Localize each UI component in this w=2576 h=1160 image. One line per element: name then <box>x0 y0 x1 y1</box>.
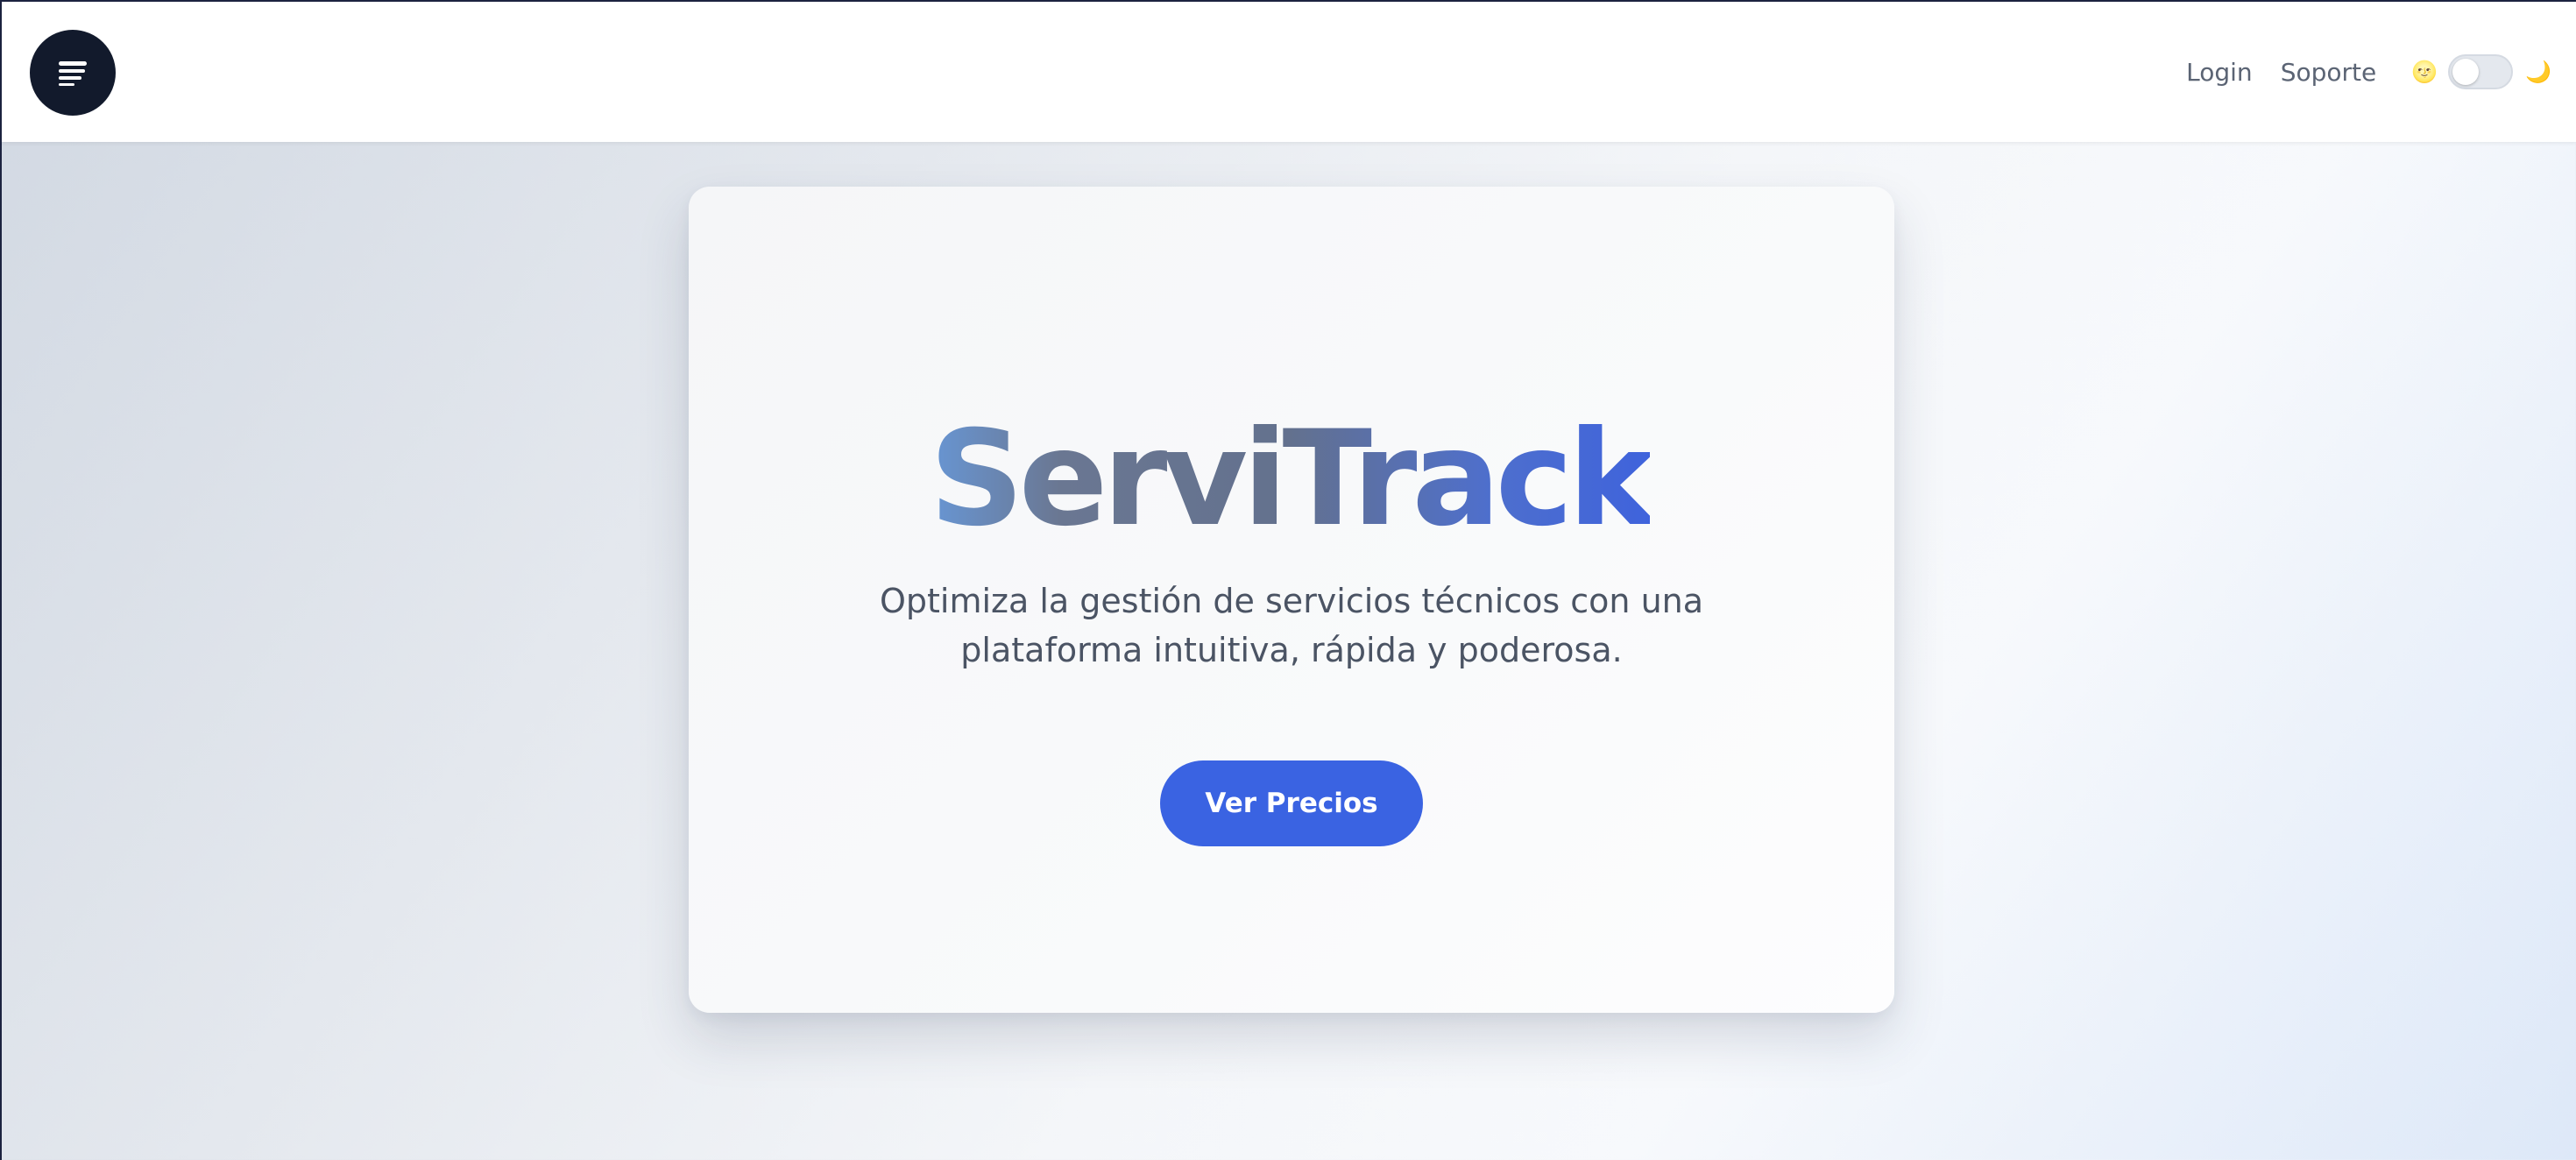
top-navbar: Login Soporte 🌝 🌙 <box>2 2 2576 142</box>
menu-button[interactable] <box>30 30 116 116</box>
view-pricing-button[interactable]: Ver Precios <box>1160 760 1423 846</box>
nav-actions: Login Soporte 🌝 🌙 <box>2186 2 2551 142</box>
moon-icon: 🌙 <box>2525 60 2551 84</box>
sun-face-icon: 🌝 <box>2411 60 2438 84</box>
support-link[interactable]: Soporte <box>2281 58 2377 87</box>
login-link[interactable]: Login <box>2186 58 2253 87</box>
menu-lines-icon <box>59 61 87 86</box>
theme-toggle[interactable] <box>2448 54 2514 89</box>
hero-subtitle: Optimiza la gestión de servicios técnico… <box>879 582 1704 669</box>
hero-title-text: ServiTrack <box>929 403 1656 555</box>
hero-title: ServiTrack <box>2 405 2576 554</box>
toggle-knob <box>2452 59 2480 85</box>
